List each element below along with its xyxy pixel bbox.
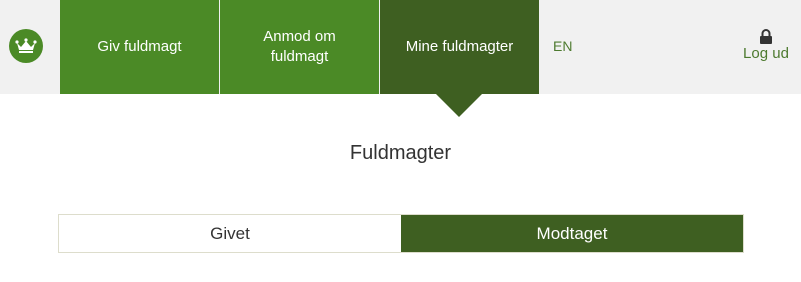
language-switch-link[interactable]: EN bbox=[553, 38, 572, 54]
tab-received[interactable]: Modtaget bbox=[401, 215, 743, 252]
nav-label: Anmod om fuldmagt bbox=[263, 28, 336, 65]
lock-icon bbox=[760, 29, 772, 44]
crown-logo-icon[interactable] bbox=[9, 29, 43, 63]
top-navigation-bar: Giv fuldmagt Anmod om fuldmagt Mine fuld… bbox=[0, 0, 801, 94]
logout-button[interactable]: Log ud bbox=[738, 29, 794, 62]
nav-give-power-of-attorney[interactable]: Giv fuldmagt bbox=[60, 0, 219, 94]
tab-given[interactable]: Givet bbox=[59, 215, 401, 252]
active-nav-indicator bbox=[436, 94, 482, 117]
logout-label: Log ud bbox=[743, 45, 789, 62]
nav-label: Mine fuldmagter bbox=[405, 38, 514, 55]
tab-switcher: Givet Modtaget bbox=[58, 214, 744, 253]
nav-my-powers-of-attorney[interactable]: Mine fuldmagter bbox=[380, 0, 539, 94]
nav-label: Giv fuldmagt bbox=[97, 38, 182, 55]
nav-request-power-of-attorney[interactable]: Anmod om fuldmagt bbox=[220, 0, 379, 94]
page-title: Fuldmagter bbox=[349, 142, 452, 164]
